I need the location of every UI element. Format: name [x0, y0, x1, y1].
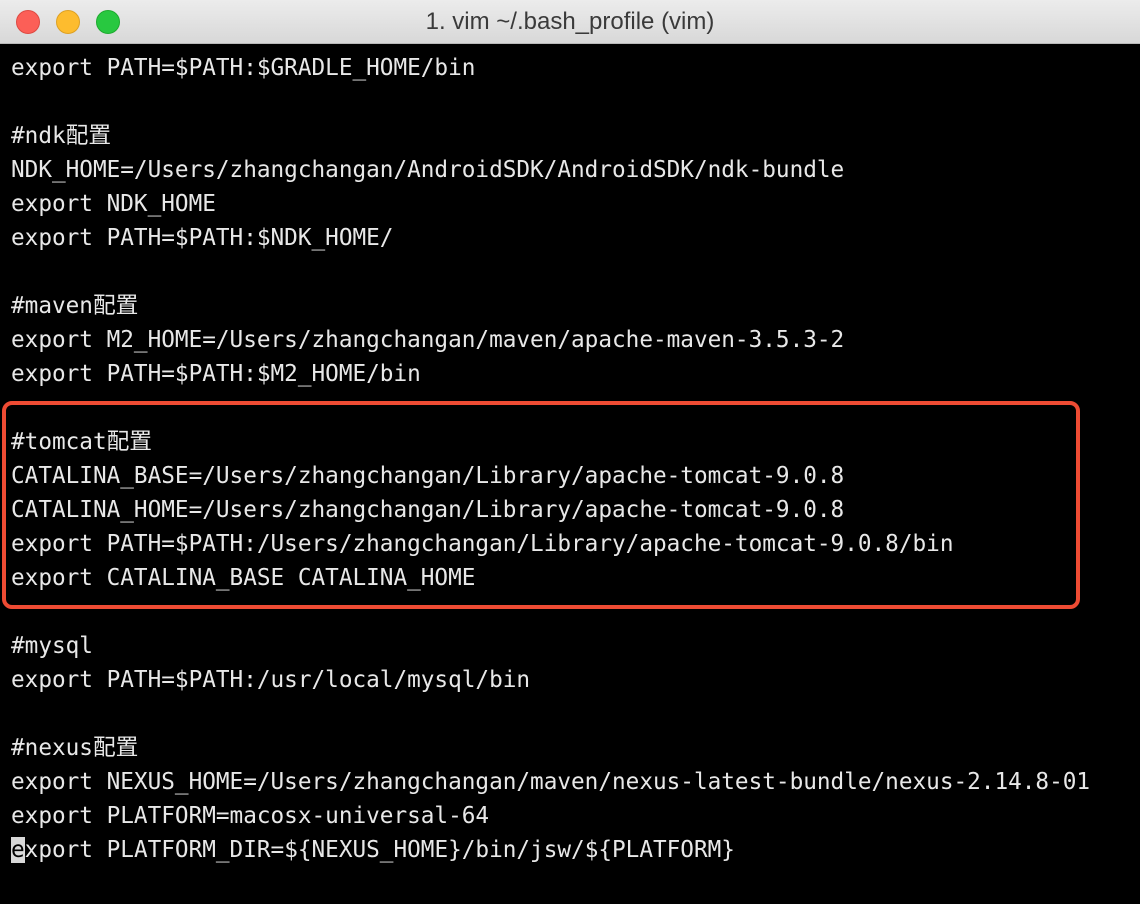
code-line: export NEXUS_HOME=/Users/zhangchangan/ma…: [11, 769, 1091, 795]
cursor-line-text: xport PLATFORM_DIR=${NEXUS_HOME}/bin/jsw…: [24, 837, 735, 863]
code-line: #nexus配置: [11, 735, 139, 761]
title-bar[interactable]: 1. vim ~/.bash_profile (vim): [0, 0, 1140, 44]
terminal-content[interactable]: export PATH=$PATH:$GRADLE_HOME/bin #ndk配…: [0, 45, 1140, 904]
cursor-line: export PLATFORM_DIR=${NEXUS_HOME}/bin/js…: [11, 833, 1090, 867]
code-line: NDK_HOME=/Users/zhangchangan/AndroidSDK/…: [11, 157, 845, 183]
code-line: export PATH=$PATH:$GRADLE_HOME/bin: [11, 55, 476, 81]
code-line: export M2_HOME=/Users/zhangchangan/maven…: [11, 327, 845, 353]
text-cursor: e: [11, 837, 25, 863]
terminal-window: 1. vim ~/.bash_profile (vim) export PATH…: [0, 0, 1140, 904]
code-line: #mysql: [11, 633, 93, 659]
code-line: export PLATFORM=macosx-universal-64: [11, 803, 490, 829]
code-line: export PATH=$PATH:$M2_HOME/bin: [11, 361, 421, 387]
code-line: export PATH=$PATH:/usr/local/mysql/bin: [11, 667, 531, 693]
code-line: #ndk配置: [11, 123, 112, 149]
code-line: export NDK_HOME: [11, 191, 216, 217]
window-title: 1. vim ~/.bash_profile (vim): [425, 8, 715, 35]
code-line: #maven配置: [11, 293, 139, 319]
code-line: export PATH=$PATH:$NDK_HOME/: [11, 225, 394, 251]
tomcat-config-highlight: [2, 401, 1080, 609]
